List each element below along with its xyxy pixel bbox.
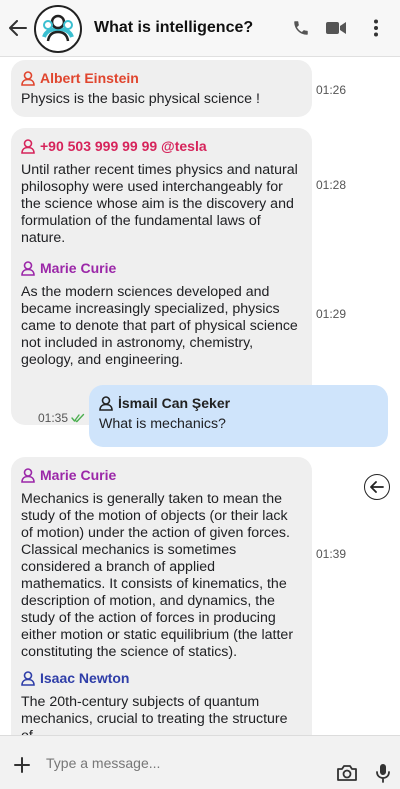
message-time: 01:39 xyxy=(316,547,347,561)
user-icon xyxy=(21,467,35,483)
message-sender: Marie Curie xyxy=(21,260,302,276)
user-icon xyxy=(21,138,35,154)
message-time: 01:35 xyxy=(38,411,69,425)
message-time: 01:28 xyxy=(316,178,347,192)
reply-arrow-button[interactable] xyxy=(364,474,390,500)
message-bubble-outgoing[interactable]: İsmail Can Şeker What is mechanics? xyxy=(89,385,388,447)
sender-name[interactable]: İsmail Can Şeker xyxy=(118,395,230,411)
sender-name[interactable]: Albert Einstein xyxy=(40,70,139,86)
message-text: Mechanics is generally taken to mean the… xyxy=(21,491,294,660)
group-avatar[interactable] xyxy=(34,5,82,53)
message-composer xyxy=(0,735,400,789)
message-text: The 20th-century subjects of quantum mec… xyxy=(21,694,288,735)
message-text: Physics is the basic physical science ! xyxy=(21,91,260,107)
arrow-left-icon xyxy=(370,481,384,493)
message-text: Until rather recent times physics and na… xyxy=(21,162,298,246)
video-icon[interactable] xyxy=(324,16,348,40)
message-time: 01:26 xyxy=(316,83,347,97)
message-bubble[interactable]: Isaac Newton The 20th-century subjects o… xyxy=(11,660,312,735)
message-input[interactable] xyxy=(46,750,326,776)
message-list[interactable]: Albert Einstein Physics is the basic phy… xyxy=(0,57,400,735)
message-sender: +90 503 999 99 99 @tesla xyxy=(21,138,302,154)
chat-title: What is intelligence? xyxy=(94,19,254,36)
read-ticks-icon xyxy=(71,413,85,423)
message-sender: Albert Einstein xyxy=(21,70,302,86)
phone-icon[interactable] xyxy=(289,16,313,40)
sender-name[interactable]: Marie Curie xyxy=(40,467,116,483)
user-icon xyxy=(21,70,35,86)
message-text: As the modern sciences developed and bec… xyxy=(21,284,298,368)
user-icon xyxy=(21,260,35,276)
chat-header: What is intelligence? xyxy=(0,0,400,57)
camera-icon[interactable] xyxy=(335,761,359,785)
message-sender: Marie Curie xyxy=(21,467,302,483)
user-icon xyxy=(21,670,35,686)
plus-icon[interactable] xyxy=(12,755,32,775)
message-time: 01:29 xyxy=(316,307,347,321)
sender-name[interactable]: +90 503 999 99 99 @tesla xyxy=(40,138,207,154)
more-icon[interactable] xyxy=(364,16,388,40)
back-arrow-icon[interactable] xyxy=(7,16,29,40)
sender-name[interactable]: Marie Curie xyxy=(40,260,116,276)
message-bubble[interactable]: Albert Einstein Physics is the basic phy… xyxy=(11,60,312,117)
microphone-icon[interactable] xyxy=(371,761,395,785)
message-text: What is mechanics? xyxy=(99,416,226,432)
message-sender: Isaac Newton xyxy=(21,670,302,686)
user-icon xyxy=(99,395,113,411)
message-sender: İsmail Can Şeker xyxy=(99,395,378,411)
sender-name[interactable]: Isaac Newton xyxy=(40,670,129,686)
